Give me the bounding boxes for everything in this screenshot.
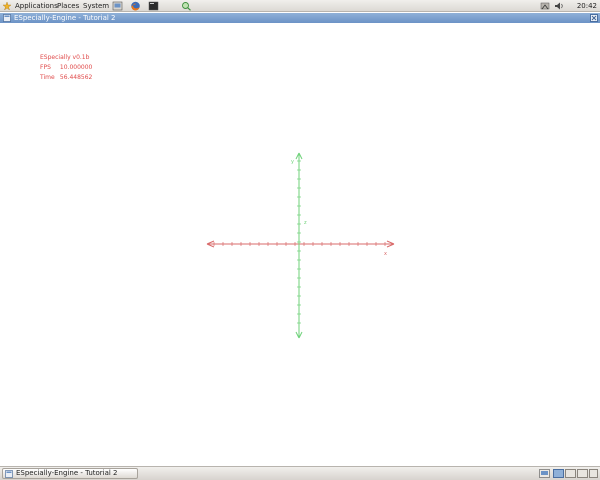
taskbar-window-label: ESpecially-Engine - Tutorial 2 [16,469,118,477]
firefox-launcher-icon[interactable] [130,1,141,11]
show-desktop-icon[interactable] [539,469,550,478]
search-launcher-icon[interactable] [181,1,192,11]
window-icon [5,470,13,478]
gnome-foot-icon[interactable] [2,1,12,11]
window-close-button[interactable] [590,14,598,22]
taskbar-window-button[interactable]: ESpecially-Engine - Tutorial 2 [2,468,138,479]
file-manager-launcher-icon[interactable] [112,1,123,11]
workspace-4[interactable] [589,469,598,478]
coordinate-axes: x y z [206,152,395,339]
top-panel: Applications Places System 20:42 [0,0,600,12]
bottom-panel: ESpecially-Engine - Tutorial 2 [0,466,600,480]
render-canvas[interactable]: ESpecially v0.1b FPS 10.000000 Time 56.4… [0,23,600,466]
system-menu[interactable]: System [83,1,109,11]
workspace-2[interactable] [565,469,576,478]
z-axis-label: z [304,220,307,226]
window-menu-icon[interactable] [3,14,11,22]
window-title: ESpecially-Engine - Tutorial 2 [14,14,116,22]
terminal-launcher-icon[interactable] [148,1,159,11]
workspace-3[interactable] [577,469,588,478]
workspace-1[interactable] [553,469,564,478]
desktop-screen: Applications Places System 20:42 ESpecia… [0,0,600,480]
close-icon [591,15,597,21]
places-menu[interactable]: Places [57,1,79,11]
volume-tray-icon[interactable] [554,1,565,11]
y-axis-label: y [291,159,294,165]
clock[interactable]: 20:42 [577,1,597,11]
network-tray-icon[interactable] [540,1,551,11]
applications-menu[interactable]: Applications [15,1,58,11]
x-axis-label: x [384,251,387,257]
window-title-bar[interactable]: ESpecially-Engine - Tutorial 2 [0,13,600,23]
